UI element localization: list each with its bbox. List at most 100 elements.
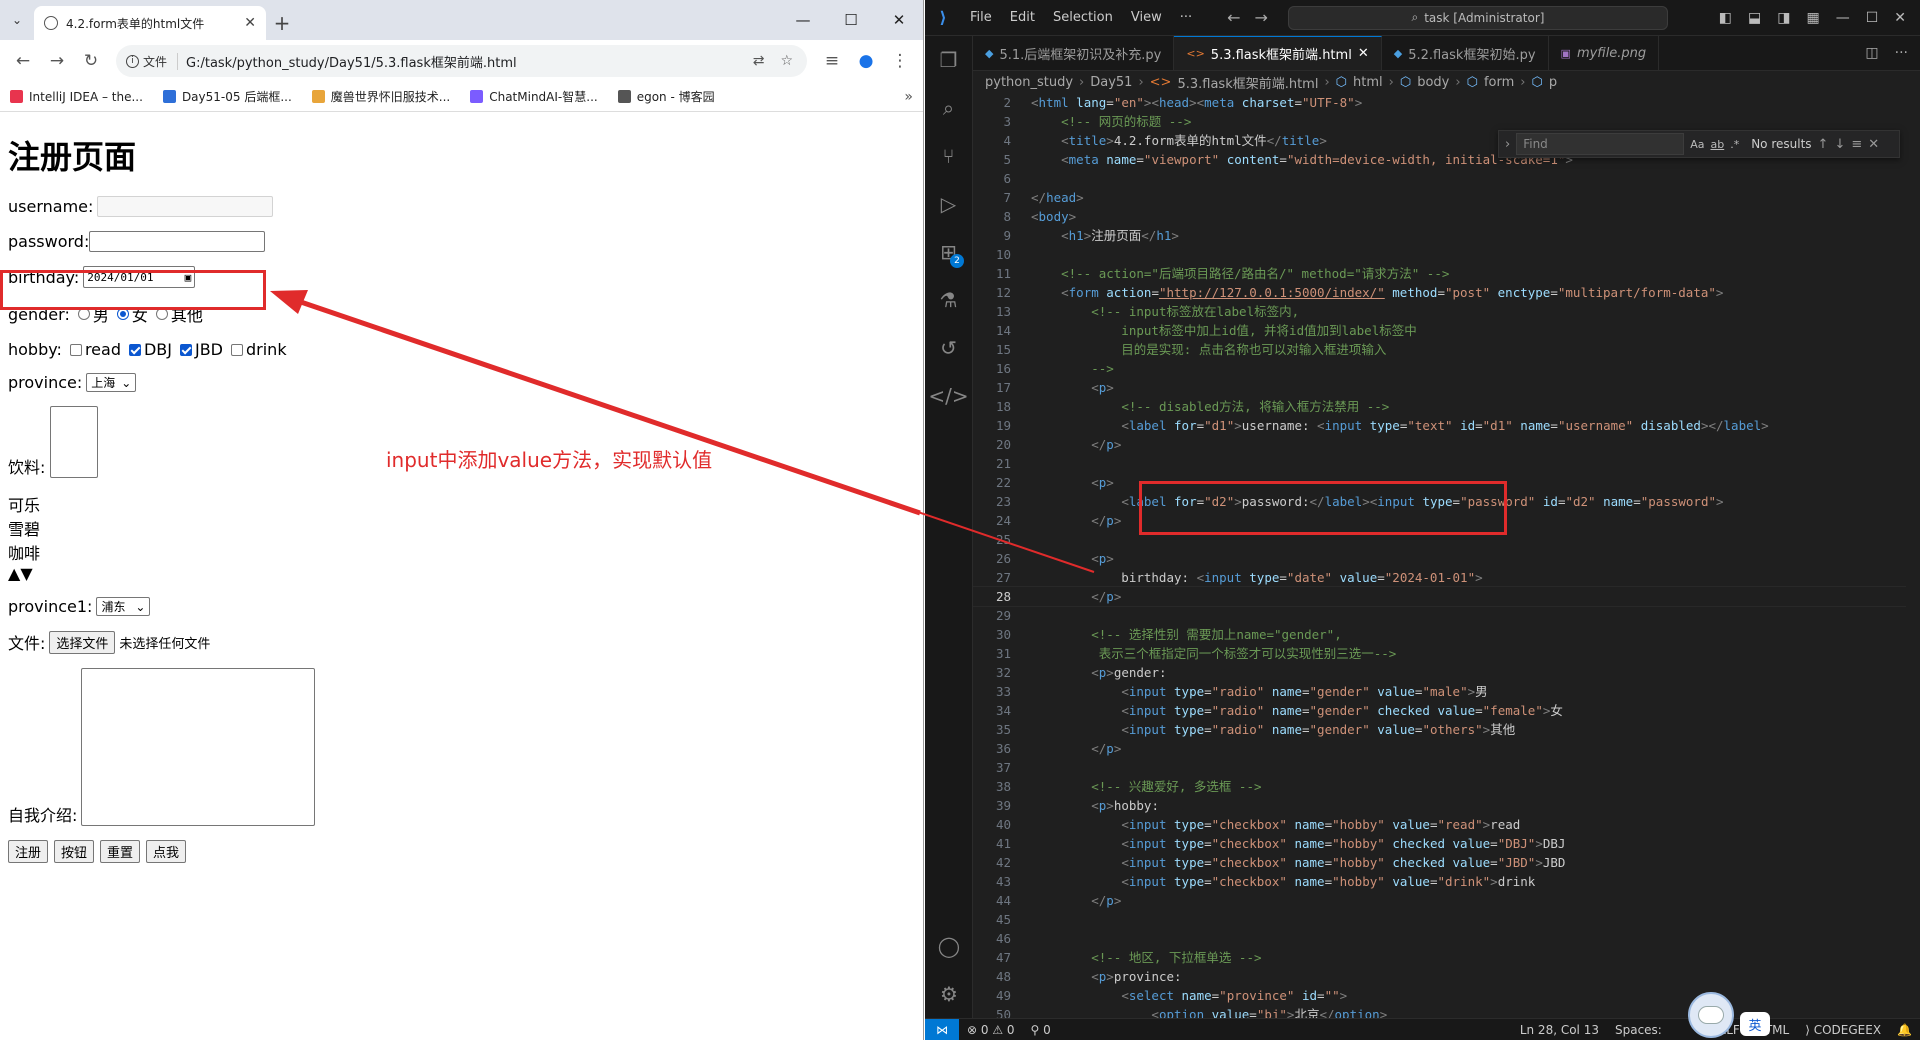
next-match-icon[interactable]: ↓ [1834,137,1845,152]
toggle-panel-icon[interactable]: ⬓ [1748,10,1761,26]
minimize-button[interactable]: — [779,0,827,40]
code-line[interactable]: 46 [973,929,1906,948]
customize-layout-icon[interactable]: ▦ [1806,10,1819,26]
match-case-toggle[interactable]: Aa [1690,138,1704,151]
code-line[interactable]: 30 <!-- 选择性别 需要加上name="gender", [973,625,1906,644]
menu-edit[interactable]: Edit [1001,10,1044,25]
menu-more[interactable]: ··· [1171,10,1201,25]
code-line[interactable]: 41 <input type="checkbox" name="hobby" c… [973,834,1906,853]
code-line[interactable]: 12 <form action="http://127.0.0.1:5000/i… [973,283,1906,302]
indentation[interactable]: Spaces: [1607,1023,1670,1037]
bookmark-item[interactable]: Day51-05 后端框... [162,88,292,105]
more-actions-icon[interactable]: ··· [1895,45,1908,61]
code-line[interactable]: 33 <input type="radio" name="gender" val… [973,682,1906,701]
close-find-icon[interactable]: ✕ [1868,137,1879,152]
code-line[interactable]: 2 <html lang="en"><head><meta charset="UT… [973,93,1906,112]
code-line[interactable]: 16 --> [973,359,1906,378]
code-line[interactable]: 29 [973,606,1906,625]
cursor-position[interactable]: Ln 28, Col 13 [1512,1023,1607,1037]
forward-button[interactable]: → [42,46,72,76]
maximize-button[interactable]: ☐ [827,0,875,40]
code-line[interactable]: 13 <!-- input标签放在label标签内, [973,302,1906,321]
bookmark-star-icon[interactable]: ☆ [776,53,797,69]
code-line[interactable]: 37 [973,758,1906,777]
toggle-sidebar-icon[interactable]: ◧ [1719,10,1732,26]
code-line[interactable]: 43 <input type="checkbox" name="hobby" v… [973,872,1906,891]
run-debug-icon[interactable]: ▷ [925,180,972,228]
close-window-button[interactable]: ✕ [1894,10,1906,26]
site-info-button[interactable]: i 文件 [126,52,179,70]
breadcrumb-item[interactable]: body [1417,75,1449,90]
more-bookmarks-icon[interactable]: » [904,89,913,105]
search-icon[interactable]: ⌕ [925,84,972,132]
notifications-bell-icon[interactable]: 🔔 [1889,1023,1920,1037]
bookmark-item[interactable]: ChatMindAI-智慧... [470,88,598,105]
code-line[interactable]: 10 [973,245,1906,264]
profile-avatar-icon[interactable]: ● [851,46,881,76]
code-editor[interactable]: 2 <html lang="en"><head><meta charset="UT… [973,93,1906,1018]
media-control-icon[interactable]: ≡ [817,46,847,76]
code-line[interactable]: 42 <input type="checkbox" name="hobby" c… [973,853,1906,872]
code-line[interactable]: 7 </head> [973,188,1906,207]
new-tab-button[interactable]: + [266,6,298,40]
menu-file[interactable]: File [961,10,1001,25]
code-line[interactable]: 6 [973,169,1906,188]
tab-search-button[interactable]: ⌄ [0,0,34,40]
split-editor-icon[interactable]: ◫ [1865,45,1878,61]
translate-icon[interactable]: ⇄ [749,53,769,69]
bookmark-item[interactable]: egon - 博客园 [617,88,715,105]
code-line[interactable]: 31 表示三个框指定同一个标签才可以实现性别三选一--> [973,644,1906,663]
breadcrumb-item[interactable]: Day51 [1090,75,1132,90]
code-line[interactable]: 38 <!-- 兴趣爱好, 多选框 --> [973,777,1906,796]
find-input[interactable]: Find [1516,133,1685,155]
extensions-icon[interactable]: ⊞ 2 [925,228,972,276]
codegeex-status[interactable]: ⟩ CODEGEEX [1797,1023,1889,1037]
code-line[interactable]: 34 <input type="radio" name="gender" che… [973,701,1906,720]
minimize-button[interactable]: — [1836,10,1850,26]
close-tab-icon[interactable]: ✕ [244,15,256,31]
menu-kebab-icon[interactable]: ⋮ [885,46,915,76]
code-line[interactable]: 17 <p> [973,378,1906,397]
codegeex-icon[interactable]: </> [925,372,972,420]
listbox-option[interactable]: 可乐 [8,492,915,516]
editor-tab-active[interactable]: <> 5.3.flask框架前端.html ✕ [1174,36,1382,70]
code-line[interactable]: 40 <input type="checkbox" name="hobby" v… [973,815,1906,834]
testing-icon[interactable]: ⚗ [925,276,972,324]
menu-selection[interactable]: Selection [1044,10,1122,25]
code-line[interactable]: 28 </p> [973,586,1906,607]
listbox-option[interactable]: 雪碧 [8,516,915,540]
code-line[interactable]: 8 <body> [973,207,1906,226]
editor-tab[interactable]: ▣ myfile.png [1549,36,1660,70]
breadcrumb-item[interactable]: html [1353,75,1383,90]
toggle-replace-icon[interactable]: › [1505,137,1510,152]
explorer-icon[interactable]: ❐ [925,36,972,84]
url-text[interactable]: G:/task/python_study/Day51/5.3.flask框架前端… [186,52,741,71]
settings-gear-icon[interactable]: ⚙ [925,970,973,1018]
assistant-avatar-icon[interactable] [1688,992,1734,1038]
remote-indicator-icon[interactable]: ⋈ [925,1018,959,1040]
find-in-selection-icon[interactable]: ≡ [1851,137,1862,152]
code-line[interactable]: 47 <!-- 地区, 下拉框单选 --> [973,948,1906,967]
listbox-scrollbar[interactable]: ▲▼ [8,564,33,583]
hobby-checkbox-drink[interactable] [231,343,243,356]
remote-icon[interactable]: ↺ [925,324,972,372]
account-icon[interactable]: ◯ [925,922,973,970]
previous-match-icon[interactable]: ↑ [1818,137,1829,152]
menu-view[interactable]: View [1122,10,1171,25]
close-tab-icon[interactable]: ✕ [1358,46,1369,61]
hobby-checkbox-jbd[interactable] [179,343,192,356]
address-bar[interactable]: i 文件 G:/task/python_study/Day51/5.3.flask… [116,45,807,77]
scroll-down-icon[interactable]: ▼ [20,564,32,583]
breadcrumb-item[interactable]: 5.3.flask框架前端.html [1177,73,1318,92]
code-line[interactable]: 32 <p>gender: [973,663,1906,682]
code-line[interactable]: 26 <p> [973,549,1906,568]
code-line[interactable]: 18 <!-- disabled方法, 将输入框方法禁用 --> [973,397,1906,416]
code-line[interactable]: 39 <p>hobby: [973,796,1906,815]
bookmark-item[interactable]: 魔兽世界怀旧服技术... [311,88,450,105]
breadcrumb-item[interactable]: python_study [985,75,1073,90]
choose-file-button[interactable]: 选择文件 [49,630,116,654]
code-line[interactable]: 45 [973,910,1906,929]
province1-select[interactable]: 浦东 ⌄ [96,597,151,616]
close-window-button[interactable]: ✕ [875,0,923,40]
code-line[interactable]: 48 <p>province: [973,967,1906,986]
